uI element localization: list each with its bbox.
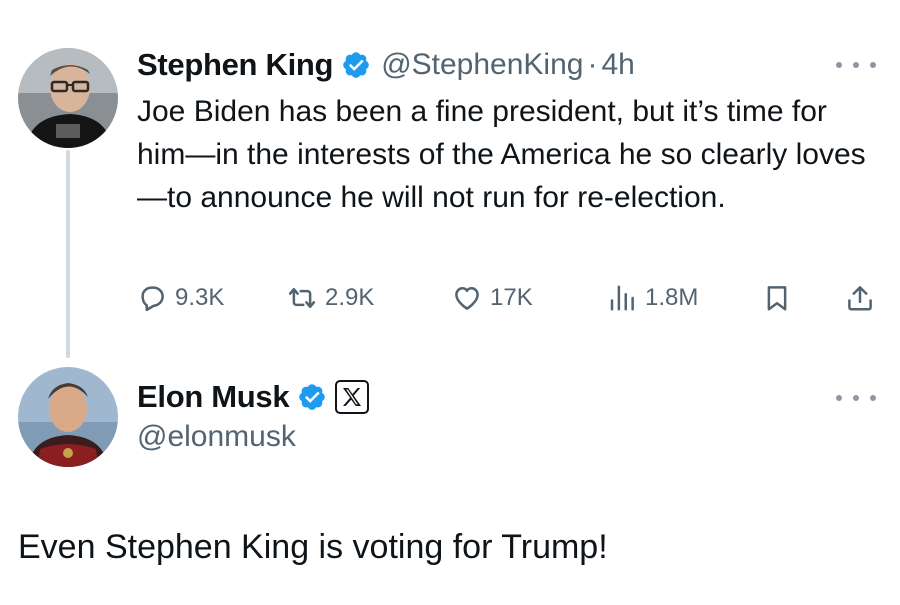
more-options-icon[interactable] xyxy=(836,55,876,75)
author-name[interactable]: Stephen King xyxy=(137,47,333,83)
views-chart-icon xyxy=(610,285,634,311)
reply-author-handle[interactable]: @elonmusk xyxy=(137,420,296,454)
more-options-icon[interactable] xyxy=(836,388,876,408)
reply-button[interactable]: 9.3K xyxy=(137,278,224,318)
tweet-text: Joe Biden has been a fine president, but… xyxy=(137,95,866,214)
tweet-timestamp[interactable]: 4h xyxy=(601,48,634,82)
author-handle[interactable]: @StephenKing xyxy=(381,48,583,82)
tweet-actions-bar: 9.3K 2.9K 17K 1.8M xyxy=(137,278,877,318)
bookmark-icon xyxy=(767,286,787,311)
reply-author-name[interactable]: Elon Musk xyxy=(137,379,290,415)
verified-badge-icon xyxy=(341,50,371,80)
views-count: 1.8M xyxy=(645,284,699,311)
heart-icon xyxy=(455,287,479,310)
avatar-image xyxy=(18,48,118,148)
elon-musk-avatar[interactable] xyxy=(18,367,118,467)
share-button[interactable] xyxy=(845,278,875,318)
avatar-image xyxy=(18,367,118,467)
reply-text: Even Stephen King is voting for Trump! xyxy=(18,528,608,566)
views-button[interactable]: 1.8M xyxy=(607,278,698,318)
thread-connector-line xyxy=(66,150,70,358)
stephen-king-avatar[interactable] xyxy=(18,48,118,148)
verified-badge-icon xyxy=(297,382,327,412)
reply-header: Elon Musk xyxy=(137,376,370,418)
share-icon xyxy=(848,286,872,311)
retweet-button[interactable]: 2.9K xyxy=(287,278,374,318)
like-count: 17K xyxy=(490,284,533,311)
x-logo-icon[interactable] xyxy=(335,380,370,414)
separator-dot: · xyxy=(587,48,598,81)
reply-icon xyxy=(141,286,164,312)
tweet-header: Stephen King @StephenKing · 4h xyxy=(137,44,635,86)
bookmark-button[interactable] xyxy=(762,278,792,318)
retweet-icon xyxy=(288,288,316,308)
reply-count: 9.3K xyxy=(175,284,225,311)
retweet-count: 2.9K xyxy=(325,284,375,311)
like-button[interactable]: 17K xyxy=(452,278,533,318)
